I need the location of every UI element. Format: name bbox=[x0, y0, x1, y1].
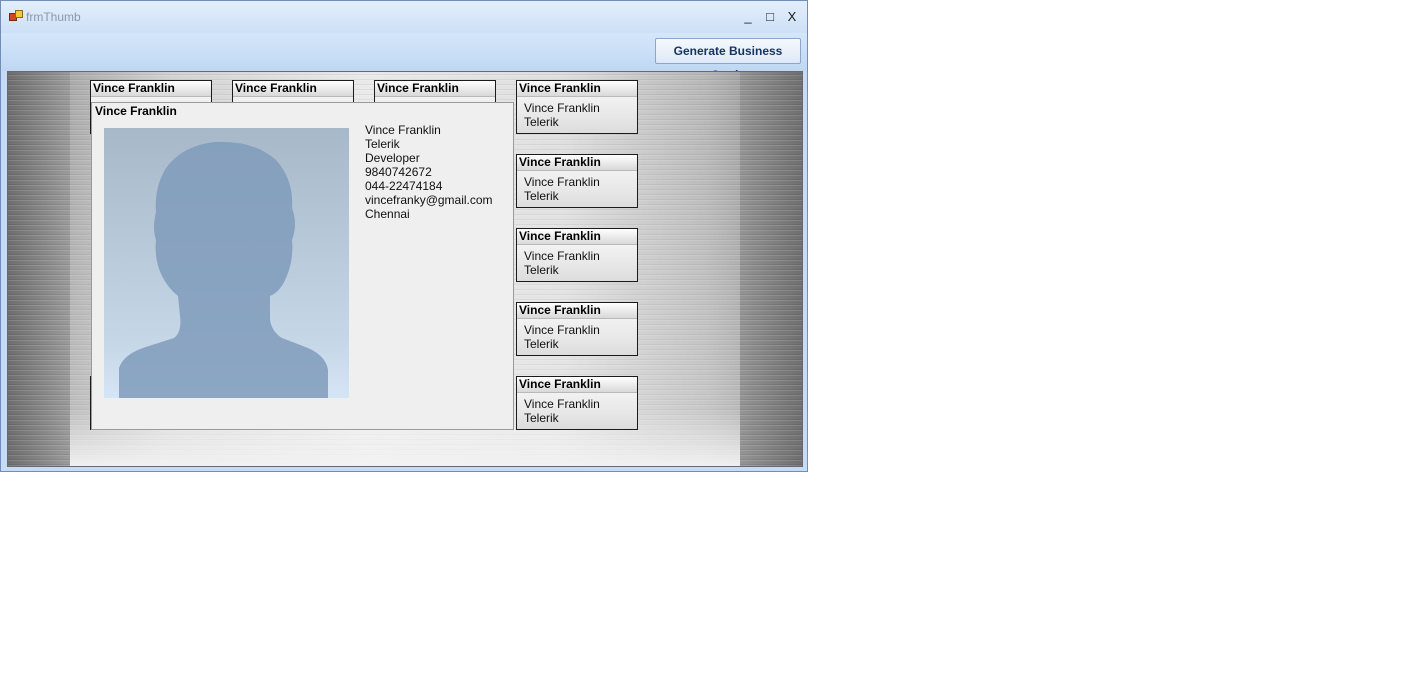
person-silhouette-icon bbox=[119, 141, 328, 398]
card-detail-popup[interactable]: Vince Franklin Vince Franklin Telerik De… bbox=[91, 102, 514, 430]
card-header: Vince Franklin bbox=[517, 377, 637, 393]
card-header: Vince Franklin bbox=[517, 303, 637, 319]
business-card[interactable]: Vince Franklin Vince Franklin Telerik bbox=[516, 228, 638, 282]
window-title: frmThumb bbox=[26, 10, 81, 24]
popup-title: Vince Franklin bbox=[95, 104, 177, 118]
card-name: Vince Franklin bbox=[524, 249, 600, 263]
card-header: Vince Franklin bbox=[91, 81, 211, 97]
detail-phone: 044-22474184 bbox=[365, 179, 443, 193]
generate-business-cards-button[interactable]: Generate Business Cards bbox=[655, 38, 801, 82]
app-icon bbox=[9, 10, 23, 22]
card-company: Telerik bbox=[524, 337, 559, 351]
title-bar[interactable]: frmThumb _ □ X bbox=[1, 1, 807, 33]
detail-name: Vince Franklin bbox=[365, 123, 441, 137]
close-button[interactable]: X bbox=[783, 9, 801, 25]
card-header: Vince Franklin bbox=[517, 155, 637, 171]
card-header: Vince Franklin bbox=[517, 229, 637, 245]
card-name: Vince Franklin bbox=[524, 323, 600, 337]
detail-email: vincefranky@gmail.com bbox=[365, 193, 493, 207]
card-header: Vince Franklin bbox=[233, 81, 353, 97]
profile-photo bbox=[104, 128, 349, 398]
card-company: Telerik bbox=[524, 411, 559, 425]
card-header: Vince Franklin bbox=[517, 81, 637, 97]
card-company: Telerik bbox=[524, 189, 559, 203]
detail-mobile: 9840742672 bbox=[365, 165, 432, 179]
card-company: Telerik bbox=[524, 263, 559, 277]
business-card[interactable]: Vince Franklin Vince Franklin Telerik bbox=[516, 376, 638, 430]
toolbar: Generate Business Cards bbox=[1, 33, 807, 82]
card-name: Vince Franklin bbox=[524, 175, 600, 189]
card-company: Telerik bbox=[524, 115, 559, 129]
detail-city: Chennai bbox=[365, 207, 410, 221]
card-name: Vince Franklin bbox=[524, 101, 600, 115]
detail-role: Developer bbox=[365, 151, 420, 165]
contact-details: Vince Franklin Telerik Developer 9840742… bbox=[365, 123, 493, 221]
business-card[interactable]: Vince Franklin Vince Franklin Telerik bbox=[516, 80, 638, 134]
business-card[interactable]: Vince Franklin Vince Franklin Telerik bbox=[516, 302, 638, 356]
detail-company: Telerik bbox=[365, 137, 400, 151]
card-name: Vince Franklin bbox=[524, 397, 600, 411]
business-card[interactable]: Vince Franklin Vince Franklin Telerik bbox=[516, 154, 638, 208]
card-header: Vince Franklin bbox=[375, 81, 495, 97]
maximize-button[interactable]: □ bbox=[761, 9, 779, 25]
minimize-button[interactable]: _ bbox=[739, 9, 757, 25]
